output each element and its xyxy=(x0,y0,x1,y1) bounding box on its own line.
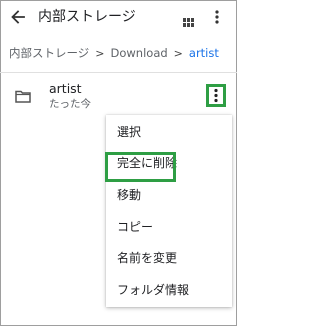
item-name: artist xyxy=(49,81,82,96)
more-vert-icon[interactable] xyxy=(214,9,220,25)
item-modified-time: たった今 xyxy=(49,98,91,110)
breadcrumb-item-current[interactable]: artist xyxy=(189,46,219,60)
item-more-button[interactable] xyxy=(206,84,226,107)
menu-item-folder-info[interactable]: フォルダ情報 xyxy=(106,275,232,305)
breadcrumb-item-root[interactable]: 内部ストレージ xyxy=(9,46,89,60)
menu-item-rename[interactable]: 名前を変更 xyxy=(106,243,232,273)
breadcrumb-item-download[interactable]: Download xyxy=(111,46,168,60)
folder-icon xyxy=(15,88,31,103)
menu-item-copy[interactable]: コピー xyxy=(106,212,232,242)
menu-item-select[interactable]: 選択 xyxy=(106,117,232,147)
menu-item-delete-permanently[interactable]: 完全に削除 xyxy=(106,148,232,178)
page-title: 内部ストレージ xyxy=(38,9,136,25)
more-vert-icon xyxy=(214,88,218,103)
back-arrow-icon[interactable] xyxy=(10,8,26,26)
breadcrumb-separator: > xyxy=(173,47,183,60)
context-menu: 選択 完全に削除 移動 コピー 名前を変更 フォルダ情報 xyxy=(106,115,232,307)
top-app-bar: 内部ストレージ xyxy=(0,0,237,36)
list-item[interactable]: artist たった今 xyxy=(0,73,237,117)
breadcrumb-separator: > xyxy=(95,47,105,60)
breadcrumb: 内部ストレージ > Download > artist xyxy=(9,44,219,62)
menu-item-move[interactable]: 移動 xyxy=(106,180,232,210)
grid-view-icon[interactable] xyxy=(183,12,194,27)
